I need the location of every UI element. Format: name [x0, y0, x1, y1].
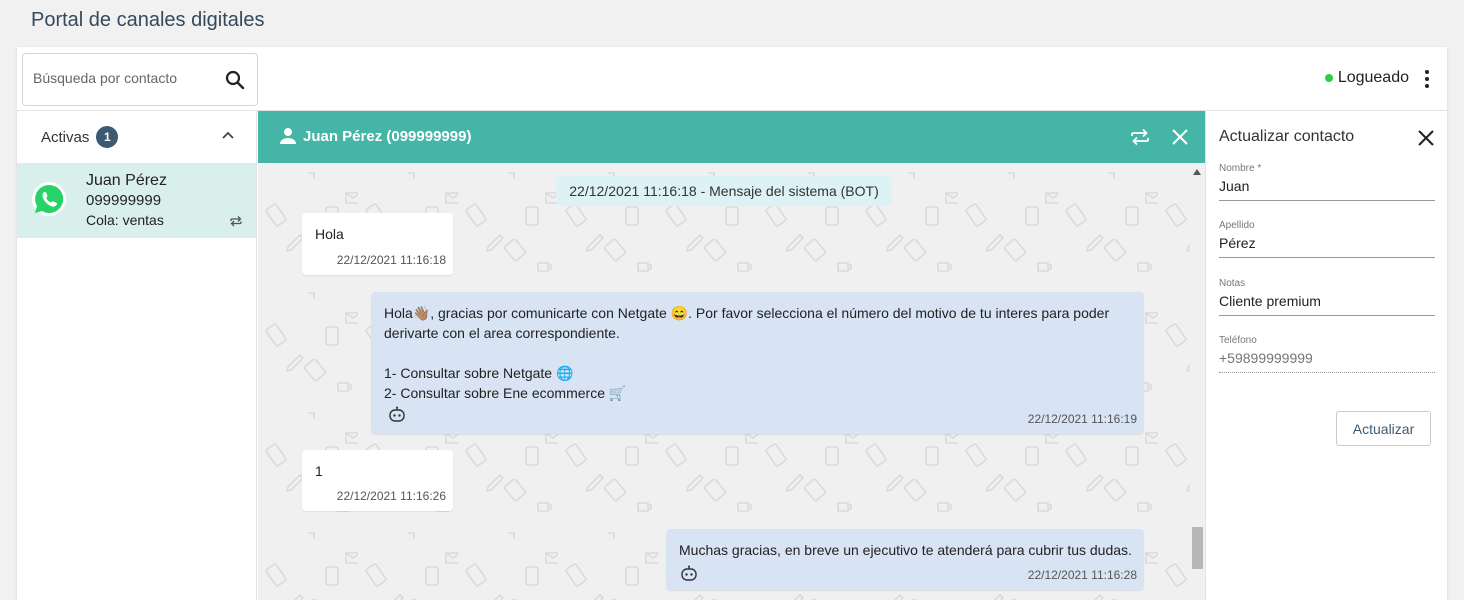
login-status: Logueado — [1324, 69, 1409, 87]
message-text: 1 — [315, 463, 323, 479]
contact-name: Juan Pérez — [86, 172, 167, 189]
field-label: Apellido — [1219, 220, 1255, 231]
portal-shell: Logueado Activas 1 Juan Pérez 099999999 … — [17, 47, 1447, 600]
active-count-badge: 1 — [96, 126, 119, 148]
active-section-label: Activas — [41, 128, 90, 146]
chat-header: Juan Pérez (099999999) — [258, 111, 1205, 163]
page-title: Portal de canales digitales — [31, 9, 265, 31]
notes-field: Notas — [1219, 278, 1435, 316]
whatsapp-icon — [32, 182, 66, 216]
conversation-item[interactable]: Juan Pérez 099999999 Cola: ventas — [17, 163, 256, 238]
top-bar: Logueado — [17, 47, 1447, 111]
active-section-header[interactable]: Activas 1 — [17, 111, 256, 163]
status-dot — [1324, 74, 1333, 82]
first-name-input[interactable] — [1219, 174, 1435, 201]
last-name-input[interactable] — [1219, 231, 1435, 258]
status-label: Logueado — [1337, 69, 1409, 86]
message-text: Muchas gracias, en breve un ejecutivo te… — [679, 542, 1132, 558]
message-bubble-incoming: Hola 22/12/2021 11:16:18 — [302, 213, 453, 275]
phone-field: Teléfono — [1219, 335, 1435, 373]
message-text: Hola — [315, 226, 344, 242]
search-input[interactable] — [33, 70, 213, 86]
phone-input[interactable] — [1219, 346, 1435, 373]
contact-phone: 099999999 — [86, 192, 162, 209]
system-message: 22/12/2021 11:16:18 - Mensaje del sistem… — [556, 176, 892, 206]
message-text: Hola👋🏽, gracias por comunicarte con Netg… — [384, 305, 1110, 401]
message-time: 22/12/2021 11:16:18 — [336, 253, 446, 267]
message-bubble-outgoing: Hola👋🏽, gracias por comunicarte con Netg… — [371, 292, 1144, 434]
message-time: 22/12/2021 11:16:28 — [1027, 568, 1137, 582]
field-label: Nombre * — [1219, 163, 1262, 174]
chevron-up-icon[interactable] — [220, 128, 236, 144]
contact-queue: Cola: ventas — [86, 212, 164, 228]
chat-scrollbar[interactable] — [1190, 163, 1205, 600]
notes-input[interactable] — [1219, 289, 1435, 316]
transfer-icon[interactable] — [1129, 126, 1151, 148]
scroll-up-arrow-icon[interactable] — [1193, 169, 1201, 175]
message-time: 22/12/2021 11:16:26 — [336, 489, 446, 503]
chat-body[interactable]: 22/12/2021 11:16:18 - Mensaje del sistem… — [258, 163, 1205, 600]
chat-panel: Juan Pérez (099999999) 22/12/2021 11:16:… — [258, 111, 1205, 600]
search-icon[interactable] — [223, 68, 247, 92]
transfer-icon[interactable] — [228, 213, 244, 229]
conversations-panel: Activas 1 Juan Pérez 099999999 Cola: ven… — [17, 111, 257, 600]
first-name-field: Nombre * — [1219, 163, 1435, 201]
close-icon[interactable] — [1417, 129, 1435, 147]
search-box — [22, 53, 258, 106]
last-name-field: Apellido — [1219, 220, 1435, 258]
robot-icon — [389, 406, 405, 422]
update-contact-panel: Actualizar contacto Nombre * Apellido No… — [1205, 111, 1447, 600]
field-label: Notas — [1219, 278, 1246, 289]
person-icon — [280, 128, 296, 144]
panel-title: Actualizar contacto — [1219, 128, 1355, 145]
scrollbar-thumb[interactable] — [1192, 527, 1203, 569]
message-time: 22/12/2021 11:16:19 — [1027, 412, 1137, 426]
update-button[interactable]: Actualizar — [1336, 411, 1431, 446]
more-vert-icon[interactable] — [1421, 67, 1433, 91]
robot-icon — [681, 565, 697, 581]
field-label: Teléfono — [1219, 335, 1257, 346]
chat-title: Juan Pérez (099999999) — [303, 128, 472, 145]
message-bubble-outgoing: Muchas gracias, en breve un ejecutivo te… — [666, 529, 1144, 590]
close-icon[interactable] — [1170, 127, 1190, 147]
message-bubble-incoming: 1 22/12/2021 11:16:26 — [302, 450, 453, 511]
